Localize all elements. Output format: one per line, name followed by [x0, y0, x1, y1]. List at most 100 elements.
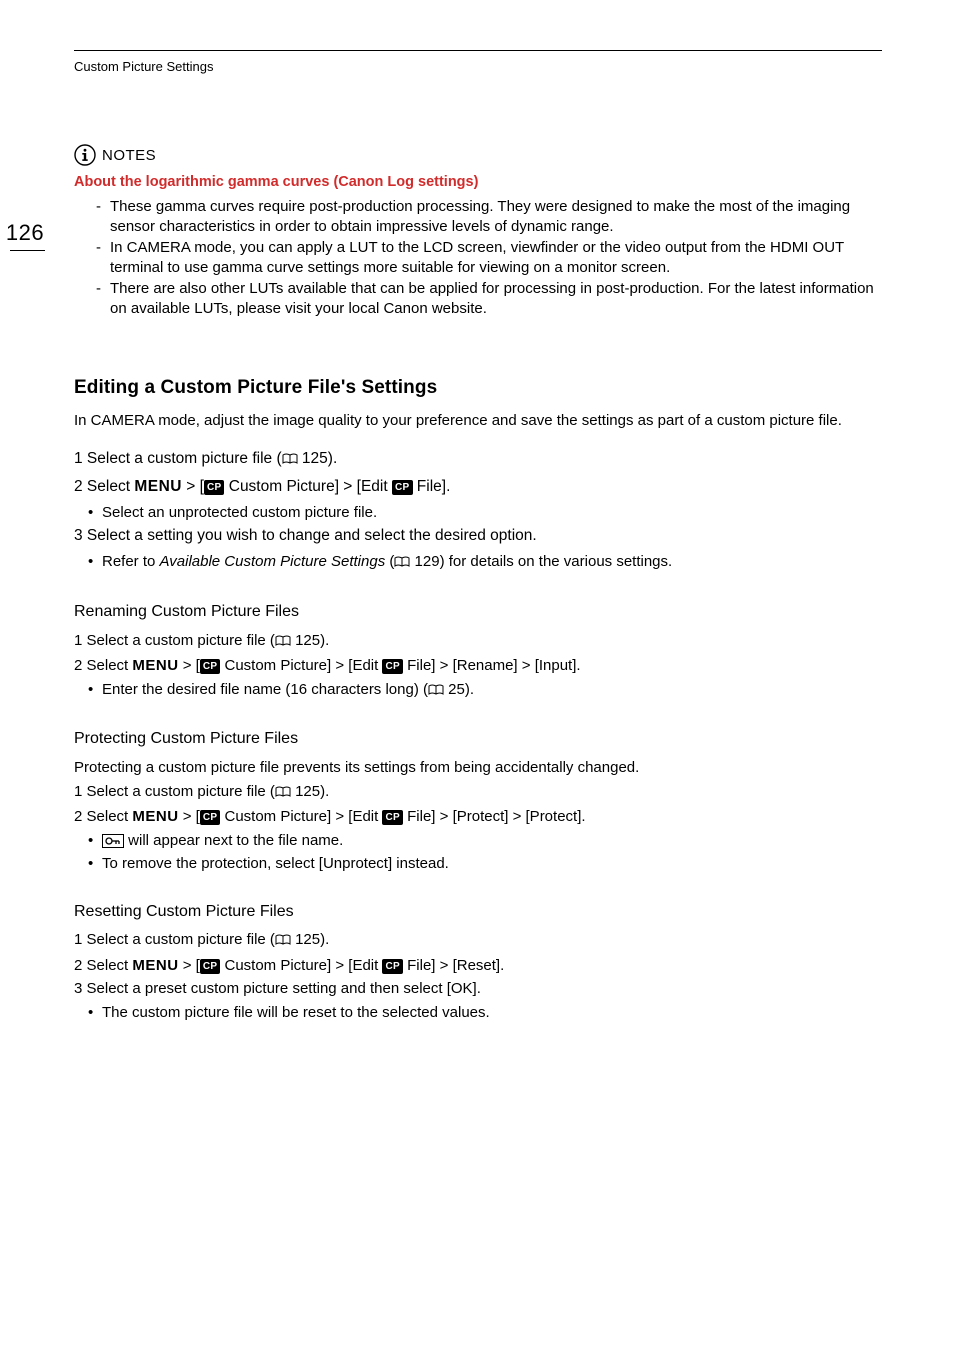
cp-icon: CP [204, 480, 225, 495]
t: 1 Select a custom picture file ( [74, 632, 275, 649]
sub-text: Refer to Available Custom Picture Settin… [102, 552, 882, 574]
t: > [ [179, 808, 200, 825]
t: File] > [Protect] > [Protect]. [403, 808, 586, 825]
t: ( [385, 553, 394, 570]
notes-item-text: These gamma curves require post-producti… [110, 197, 882, 236]
t: Custom Picture] > [Edit [220, 657, 382, 674]
t: Enter the desired file name (16 characte… [102, 681, 428, 698]
cp-icon: CP [200, 659, 221, 674]
t: Custom Picture] > [Edit [220, 957, 382, 974]
step-text: 125). [298, 450, 338, 467]
t: 1 Select a custom picture file ( [74, 931, 275, 948]
notes-heading: About the logarithmic gamma curves (Cano… [74, 173, 882, 192]
bullet-icon: • [88, 552, 102, 574]
resetting-step-3-sub: • The custom picture file will be reset … [88, 1003, 882, 1023]
step-text: Custom Picture] > [Edit [224, 478, 392, 495]
notes-item-text: There are also other LUTs available that… [110, 279, 882, 318]
t: 25). [444, 681, 474, 698]
notes-item: - These gamma curves require post-produc… [96, 197, 882, 236]
t: File] > [Rename] > [Input]. [403, 657, 581, 674]
section-heading-renaming: Renaming Custom Picture Files [74, 602, 882, 623]
editing-step-2-sub: • Select an unprotected custom picture f… [88, 503, 882, 523]
sub-text: Enter the desired file name (16 characte… [102, 680, 882, 702]
info-icon [74, 144, 96, 167]
bullet-icon: • [88, 1003, 102, 1023]
sub-text: To remove the protection, select [Unprot… [102, 854, 882, 874]
bullet-icon: • [88, 854, 102, 874]
notes-item: - In CAMERA mode, you can apply a LUT to… [96, 238, 882, 277]
dash-icon: - [96, 238, 110, 277]
sub-text: The custom picture file will be reset to… [102, 1003, 882, 1023]
book-icon [428, 682, 444, 702]
bullet-icon: • [88, 831, 102, 851]
t: 2 Select [74, 808, 132, 825]
book-icon [282, 451, 298, 471]
cp-icon: CP [392, 480, 413, 495]
renaming-step-2: 2 Select MENU > [CP Custom Picture] > [E… [74, 656, 882, 676]
cp-icon: CP [382, 959, 403, 974]
menu-label: MENU [132, 957, 178, 974]
t: 125). [291, 931, 329, 948]
cp-icon: CP [382, 659, 403, 674]
t: > [ [179, 657, 200, 674]
menu-label: MENU [132, 657, 178, 674]
protecting-step-2: 2 Select MENU > [CP Custom Picture] > [E… [74, 807, 882, 827]
book-icon [394, 554, 410, 574]
resetting-step-1: 1 Select a custom picture file ( 125). [74, 930, 882, 952]
sub-text: will appear next to the file name. [102, 831, 882, 851]
section-heading-editing: Editing a Custom Picture File's Settings [74, 376, 882, 401]
editing-step-2: 2 Select MENU > [CP Custom Picture] > [E… [74, 477, 882, 497]
cp-icon: CP [200, 810, 221, 825]
t: 125). [291, 783, 329, 800]
notes-row: NOTES [74, 144, 882, 167]
running-header: Custom Picture Settings [74, 59, 882, 74]
key-icon [102, 834, 124, 848]
t: will appear next to the file name. [124, 832, 343, 849]
t: File] > [Reset]. [403, 957, 504, 974]
menu-label: MENU [134, 478, 182, 495]
cp-icon: CP [382, 810, 403, 825]
editing-step-3-sub: • Refer to Available Custom Picture Sett… [88, 552, 882, 574]
step-text: File]. [413, 478, 451, 495]
book-icon [275, 784, 291, 804]
bullet-icon: • [88, 503, 102, 523]
notes-item: - There are also other LUTs available th… [96, 279, 882, 318]
t: Custom Picture] > [Edit [220, 808, 382, 825]
t: 2 Select [74, 657, 132, 674]
page-number: 126 [0, 220, 50, 246]
content: NOTES About the logarithmic gamma curves… [74, 144, 882, 1022]
bullet-icon: • [88, 680, 102, 702]
resetting-step-3: 3 Select a preset custom picture setting… [74, 979, 882, 999]
editing-step-3: 3 Select a setting you wish to change an… [74, 526, 882, 546]
protecting-step-1: 1 Select a custom picture file ( 125). [74, 782, 882, 804]
notes-item-text: In CAMERA mode, you can apply a LUT to t… [110, 238, 882, 277]
t: 129) for details on the various settings… [410, 553, 672, 570]
notes-label: NOTES [102, 146, 156, 166]
step-text: 1 Select a custom picture file ( [74, 450, 282, 467]
top-rule [74, 50, 882, 51]
renaming-step-2-sub: • Enter the desired file name (16 charac… [88, 680, 882, 702]
t: 2 Select [74, 957, 132, 974]
sub-text: Select an unprotected custom picture fil… [102, 503, 882, 523]
t: Available Custom Picture Settings [160, 553, 386, 570]
protecting-intro: Protecting a custom picture file prevent… [74, 758, 882, 778]
renaming-step-1: 1 Select a custom picture file ( 125). [74, 631, 882, 653]
cp-icon: CP [200, 959, 221, 974]
resetting-step-2: 2 Select MENU > [CP Custom Picture] > [E… [74, 956, 882, 976]
book-icon [275, 932, 291, 952]
t: > [ [179, 957, 200, 974]
protecting-step-2-sub1: • will appear next to the file name. [88, 831, 882, 851]
page-number-rule [10, 250, 45, 251]
editing-intro: In CAMERA mode, adjust the image quality… [74, 411, 882, 431]
notes-list: - These gamma curves require post-produc… [96, 197, 882, 318]
book-icon [275, 633, 291, 653]
editing-step-1: 1 Select a custom picture file ( 125). [74, 449, 882, 471]
section-heading-protecting: Protecting Custom Picture Files [74, 729, 882, 750]
section-heading-resetting: Resetting Custom Picture Files [74, 902, 882, 923]
t: 125). [291, 632, 329, 649]
t: Refer to [102, 553, 160, 570]
step-text: > [ [182, 478, 204, 495]
menu-label: MENU [132, 808, 178, 825]
protecting-step-2-sub2: • To remove the protection, select [Unpr… [88, 854, 882, 874]
page-body: Custom Picture Settings NOTES About the … [0, 0, 954, 1076]
